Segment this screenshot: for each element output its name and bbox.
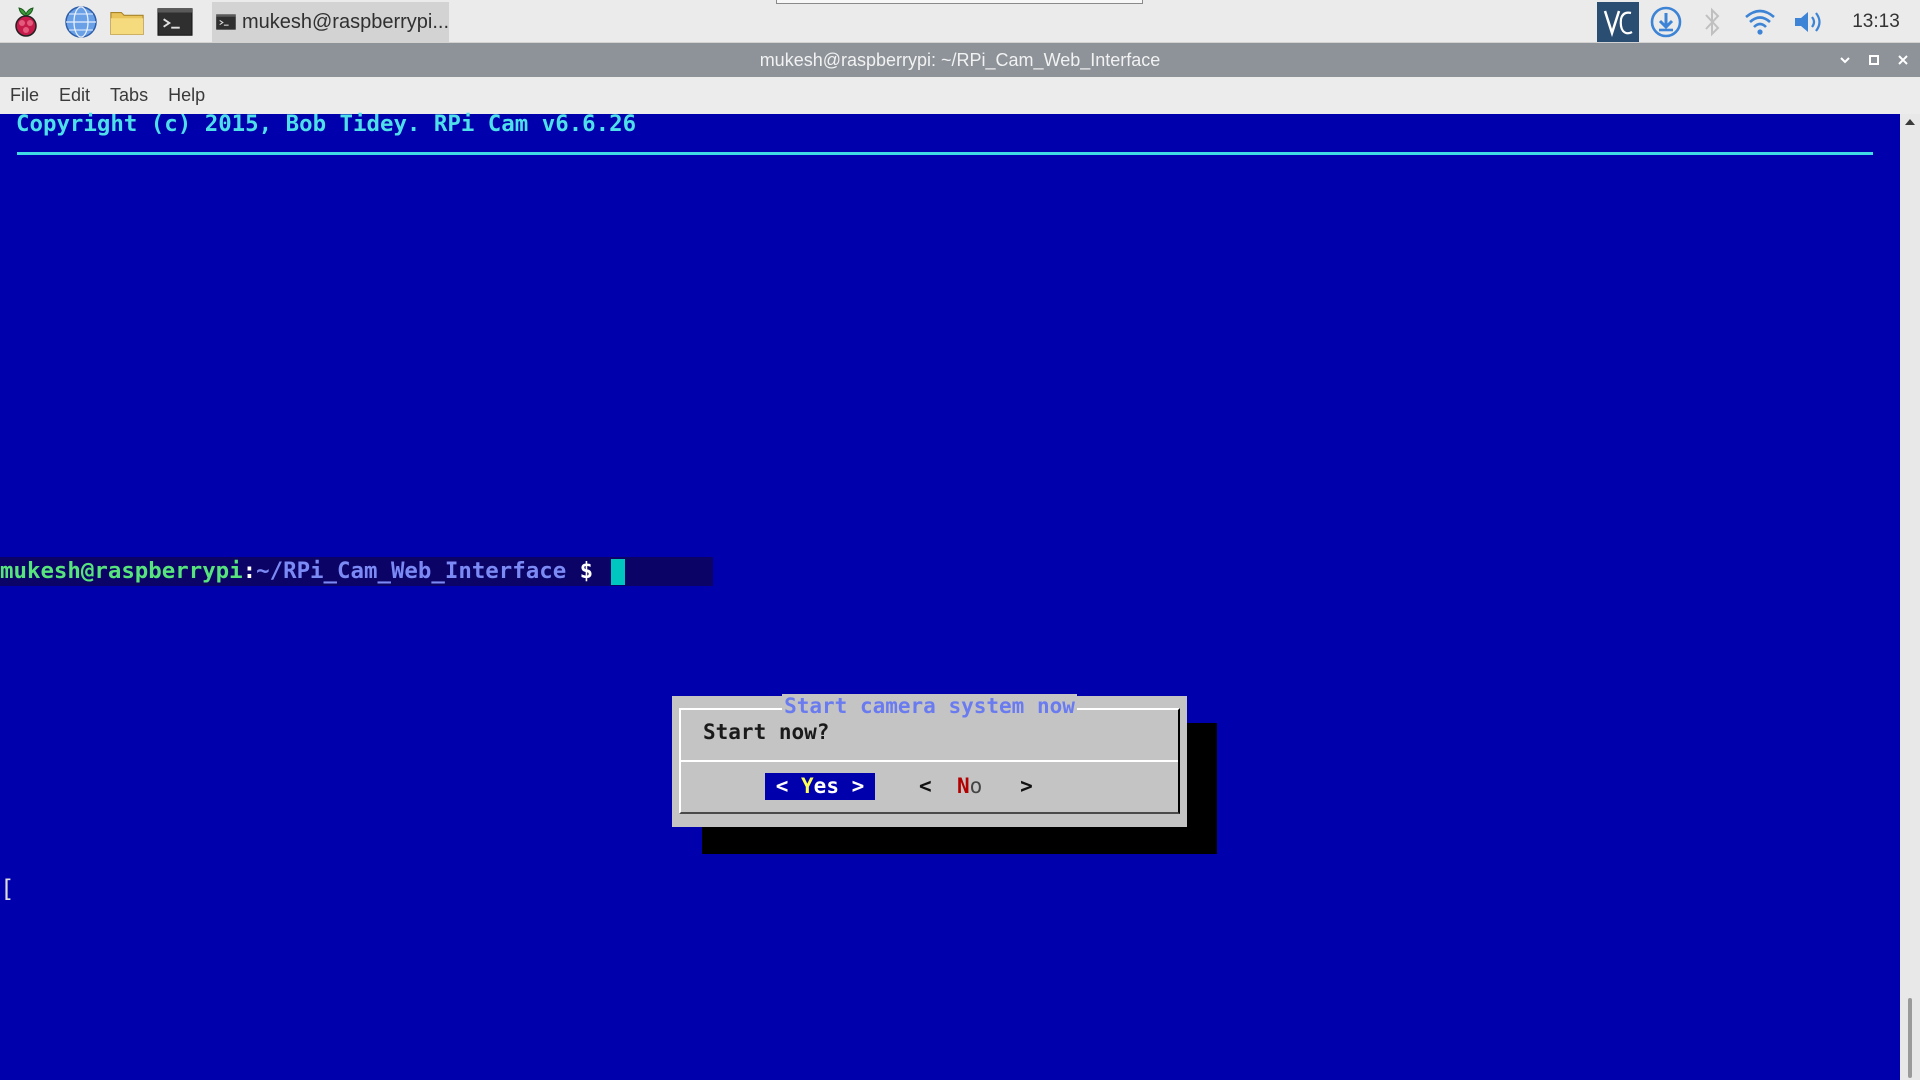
raspberry-pi-menu-icon[interactable] (8, 4, 44, 40)
dialog-title: Start camera system now (672, 694, 1187, 718)
no-button-left: < (919, 774, 957, 798)
terminal-window-icon (216, 14, 236, 30)
vnc-server-icon[interactable] (1597, 2, 1639, 42)
terminal-icon[interactable] (157, 4, 193, 40)
maximize-icon[interactable] (1864, 50, 1884, 70)
taskbar: mukesh@raspberrypi... 13:13 (0, 0, 1920, 43)
panel-drop-tab (776, 0, 1143, 4)
minimize-icon[interactable] (1835, 50, 1855, 70)
whiptail-dialog: Start camera system now Start now? < Yes… (672, 694, 1187, 827)
no-button-hotkey: N (956, 774, 970, 798)
updater-icon[interactable] (1646, 2, 1686, 42)
yes-button-label: es (813, 774, 839, 798)
menubar: File Edit Tabs Help (0, 77, 1920, 114)
taskbar-window-label: mukesh@raspberrypi... (241, 10, 449, 33)
wifi-icon[interactable] (1740, 2, 1780, 42)
stray-character: [ (0, 875, 15, 903)
shell-prompt: mukesh@raspberrypi: ~/RPi_Cam_Web_Interfa… (0, 557, 713, 586)
dialog-message: Start now? (703, 720, 830, 744)
no-button[interactable]: < No > (919, 773, 1033, 800)
menu-help[interactable]: Help (168, 85, 205, 106)
menu-edit[interactable]: Edit (59, 85, 90, 106)
close-icon[interactable] (1893, 50, 1913, 70)
text-cursor (610, 558, 625, 585)
terminal-area[interactable]: Copyright (c) 2015, Bob Tidey. RPi Cam v… (0, 111, 1900, 1080)
prompt-separator: : (242, 558, 257, 584)
web-browser-icon[interactable] (63, 4, 99, 40)
scroll-up-arrow-icon[interactable] (1904, 117, 1916, 127)
scrollbar-thumb[interactable] (1908, 998, 1912, 1078)
dialog-separator (681, 760, 1178, 762)
window-titlebar[interactable]: mukesh@raspberrypi: ~/RPi_Cam_Web_Interf… (0, 43, 1920, 77)
clock[interactable]: 13:13 (1840, 0, 1912, 43)
backtitle-divider (17, 152, 1873, 155)
bluetooth-icon[interactable] (1694, 2, 1730, 42)
terminal-scrollbar[interactable] (1900, 114, 1920, 1080)
dialog-title-text: Start camera system now (782, 694, 1077, 718)
no-button-label: o (969, 774, 983, 798)
volume-icon[interactable] (1788, 2, 1832, 42)
prompt-symbol: $ (566, 558, 607, 584)
yes-button-right: > (838, 774, 865, 798)
prompt-path: ~/RPi_Cam_Web_Interface (256, 558, 567, 584)
no-button-right: > (982, 774, 1033, 798)
yes-button-left: < (775, 774, 802, 798)
window-title: mukesh@raspberrypi: ~/RPi_Cam_Web_Interf… (759, 50, 1161, 70)
menu-tabs[interactable]: Tabs (110, 85, 148, 106)
taskbar-window-button[interactable]: mukesh@raspberrypi... (212, 2, 449, 42)
file-manager-icon[interactable] (109, 4, 145, 40)
menu-file[interactable]: File (10, 85, 39, 106)
yes-button-hotkey: Y (801, 774, 814, 798)
yes-button[interactable]: < Yes > (765, 773, 875, 800)
backtitle-text: Copyright (c) 2015, Bob Tidey. RPi Cam v… (16, 111, 637, 137)
prompt-user: mukesh@raspberrypi (0, 558, 243, 584)
